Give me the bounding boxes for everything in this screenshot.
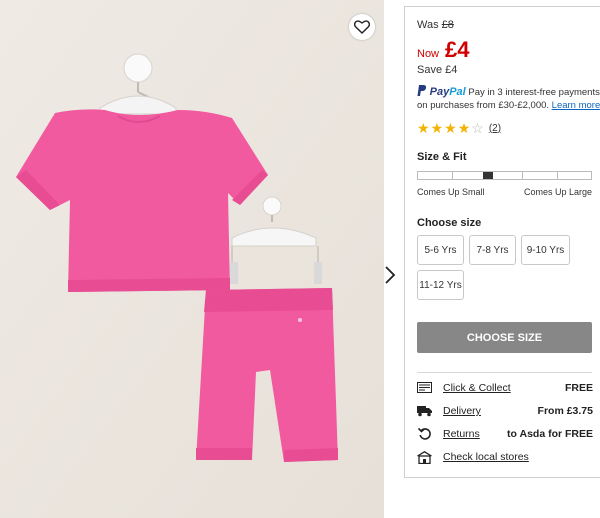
choose-size-button[interactable]: CHOOSE SIZE [417,322,592,353]
service-row-returns: Returns to Asda for FREE [417,427,593,441]
product-photo [0,0,384,518]
delivery-truck-icon [417,405,432,418]
size-fit-heading: Size & Fit [417,151,467,163]
service-row-stores: Check local stores [417,450,593,464]
store-icon [417,450,432,464]
heart-icon [354,20,370,34]
fit-min-label: Comes Up Small [417,187,485,197]
product-image[interactable] [0,0,384,518]
size-option[interactable]: 7-8 Yrs [469,235,516,265]
service-row-click-collect: Click & Collect FREE [417,381,593,395]
size-fit-scale [417,171,592,180]
paypal-icon [417,85,427,96]
was-price: £8 [441,19,454,31]
paypal-learn-more-link[interactable]: Learn more [552,100,600,111]
star-icon: ★ [417,120,430,136]
rating-stars[interactable]: ★ ★ ★ ★ ☆ (2) [417,121,501,135]
click-collect-value: FREE [564,382,593,394]
review-count-link[interactable]: (2) [489,123,501,134]
size-option[interactable]: 5-6 Yrs [417,235,464,265]
choose-size-heading: Choose size [417,217,482,229]
product-details-panel: Was £8 Now £4 Save £4 PayPal Pay in 3 in… [404,6,600,478]
star-icon: ★ [444,120,457,136]
save-row: Save £4 [417,64,457,76]
size-option[interactable]: 9-10 Yrs [521,235,570,265]
save-label: Save [417,64,443,76]
click-collect-icon [417,382,432,395]
fit-scale-tick [452,172,453,179]
paypal-message: PayPal Pay in 3 interest-free payments o… [417,85,600,112]
star-icon: ★ [430,120,444,136]
returns-icon [417,427,432,441]
fit-scale-tick [557,172,558,179]
was-label: Was [417,19,439,31]
fit-scale-marker [483,172,493,179]
star-empty-icon: ☆ [471,120,484,136]
click-collect-link[interactable]: Click & Collect [443,382,511,394]
save-amount: £4 [445,64,458,76]
size-options: 5-6 Yrs 7-8 Yrs 9-10 Yrs 11-12 Yrs [417,235,597,300]
next-image-arrow-icon[interactable] [382,264,398,286]
check-local-stores-link[interactable]: Check local stores [443,451,529,463]
now-price: £4 [445,37,470,62]
now-label: Now [417,48,440,60]
fit-scale-tick [522,172,523,179]
now-price-row: Now £4 [417,37,470,63]
delivery-value: From £3.75 [537,405,593,417]
star-icon: ★ [457,120,471,136]
returns-link[interactable]: Returns [443,428,480,440]
fit-max-label: Comes Up Large [523,187,592,197]
divider [417,372,592,373]
returns-value: to Asda for FREE [507,428,593,440]
service-row-delivery: Delivery From £3.75 [417,404,593,418]
delivery-link[interactable]: Delivery [443,405,481,417]
was-price-row: Was £8 [417,19,454,31]
paypal-logo: PayPal [429,86,466,98]
size-option[interactable]: 11-12 Yrs [417,270,464,300]
wishlist-heart-button[interactable] [349,14,375,40]
